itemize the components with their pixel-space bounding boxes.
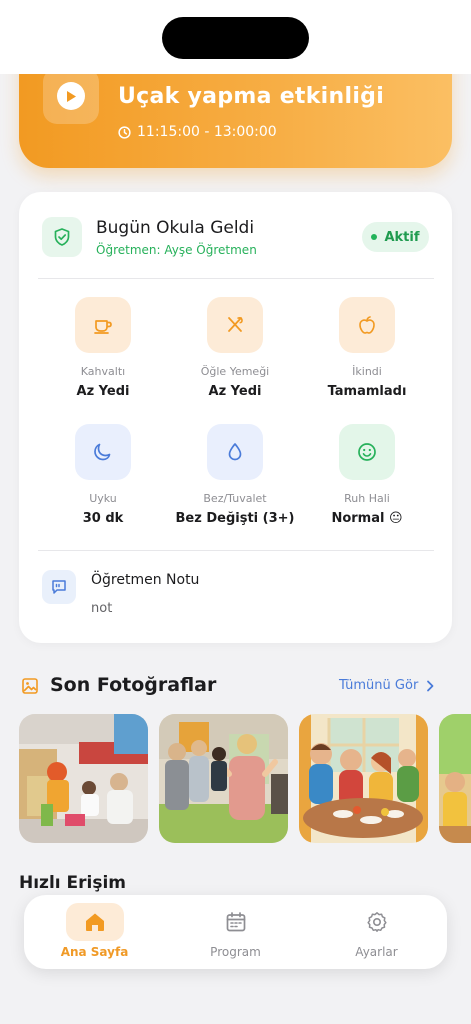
metric-mood: Ruh Hali Normal 😐 bbox=[301, 424, 433, 526]
moon-icon bbox=[75, 424, 131, 480]
activity-time: 11:15:00 - 13:00:00 bbox=[118, 124, 277, 140]
metric-label: İkindi bbox=[352, 365, 382, 378]
droplet-icon bbox=[207, 424, 263, 480]
note-title: Öğretmen Notu bbox=[91, 572, 200, 588]
activity-time-label: 11:15:00 - 13:00:00 bbox=[137, 124, 277, 140]
calendar-icon bbox=[207, 903, 265, 941]
message-quote-icon bbox=[42, 570, 76, 604]
see-all-label: Tümünü Gör bbox=[339, 678, 419, 693]
tab-label: Ayarlar bbox=[355, 945, 398, 959]
bottom-tab-bar: Ana Sayfa Program Ayarlar bbox=[24, 895, 447, 969]
photo-thumbnail[interactable] bbox=[439, 714, 471, 843]
coffee-cup-icon bbox=[75, 297, 131, 353]
chevron-right-icon bbox=[427, 680, 434, 691]
quick-access-title: Hızlı Erişim bbox=[19, 873, 127, 893]
metric-value: Normal 😐 bbox=[331, 511, 403, 526]
photos-section-title: Son Fotoğraflar bbox=[50, 674, 217, 696]
tab-label: Ana Sayfa bbox=[60, 945, 129, 959]
metric-value: Tamamladı bbox=[327, 384, 407, 399]
metric-label: Öğle Yemeği bbox=[200, 365, 270, 378]
photo-thumbnail[interactable] bbox=[299, 714, 428, 843]
teacher-name: Öğretmen: Ayşe Öğretmen bbox=[96, 243, 257, 257]
divider bbox=[38, 278, 434, 279]
metric-value: 30 dk bbox=[82, 511, 124, 526]
activity-title: Uçak yapma etkinliği bbox=[118, 84, 385, 109]
smiley-icon bbox=[339, 424, 395, 480]
metric-value: Az Yedi bbox=[208, 384, 262, 399]
metric-label: Uyku bbox=[89, 492, 117, 505]
metric-snack: İkindi Tamamladı bbox=[301, 297, 433, 399]
gear-icon bbox=[348, 903, 406, 941]
status-badge-label: Aktif bbox=[384, 229, 420, 245]
metric-toilet: Bez/Tuvalet Bez Değişti (3+) bbox=[169, 424, 301, 526]
metric-label: Bez/Tuvalet bbox=[203, 492, 267, 505]
tab-program[interactable]: Program bbox=[165, 903, 306, 959]
dynamic-island bbox=[162, 17, 309, 59]
metric-value: Az Yedi bbox=[76, 384, 130, 399]
home-icon bbox=[65, 903, 124, 941]
utensils-icon bbox=[207, 297, 263, 353]
apple-icon bbox=[339, 297, 395, 353]
see-all-link[interactable]: Tümünü Gör bbox=[339, 678, 434, 693]
note-text: not bbox=[91, 601, 113, 616]
play-button[interactable] bbox=[43, 68, 99, 124]
metric-breakfast: Kahvaltı Az Yedi bbox=[37, 297, 169, 399]
play-icon bbox=[57, 82, 85, 110]
badge-dot bbox=[371, 234, 378, 240]
tab-home[interactable]: Ana Sayfa bbox=[24, 903, 165, 959]
metric-value: Bez Değişti (3+) bbox=[175, 511, 295, 526]
image-icon bbox=[21, 677, 39, 699]
daily-status-card: Bugün Okula Geldi Öğretmen: Ayşe Öğretme… bbox=[19, 192, 452, 643]
metric-sleep: Uyku 30 dk bbox=[37, 424, 169, 526]
divider bbox=[38, 550, 434, 551]
photo-thumbnail[interactable] bbox=[159, 714, 288, 843]
status-bar bbox=[0, 0, 471, 74]
clock-icon bbox=[118, 125, 131, 139]
attendance-title: Bugün Okula Geldi bbox=[96, 218, 255, 238]
metric-lunch: Öğle Yemeği Az Yedi bbox=[169, 297, 301, 399]
metric-label: Ruh Hali bbox=[344, 492, 390, 505]
metric-label: Kahvaltı bbox=[80, 365, 126, 378]
tab-settings[interactable]: Ayarlar bbox=[306, 903, 447, 959]
photo-thumbnail[interactable] bbox=[19, 714, 148, 843]
tab-label: Program bbox=[210, 945, 261, 959]
status-badge: Aktif bbox=[362, 222, 429, 252]
shield-check-icon bbox=[42, 217, 82, 257]
